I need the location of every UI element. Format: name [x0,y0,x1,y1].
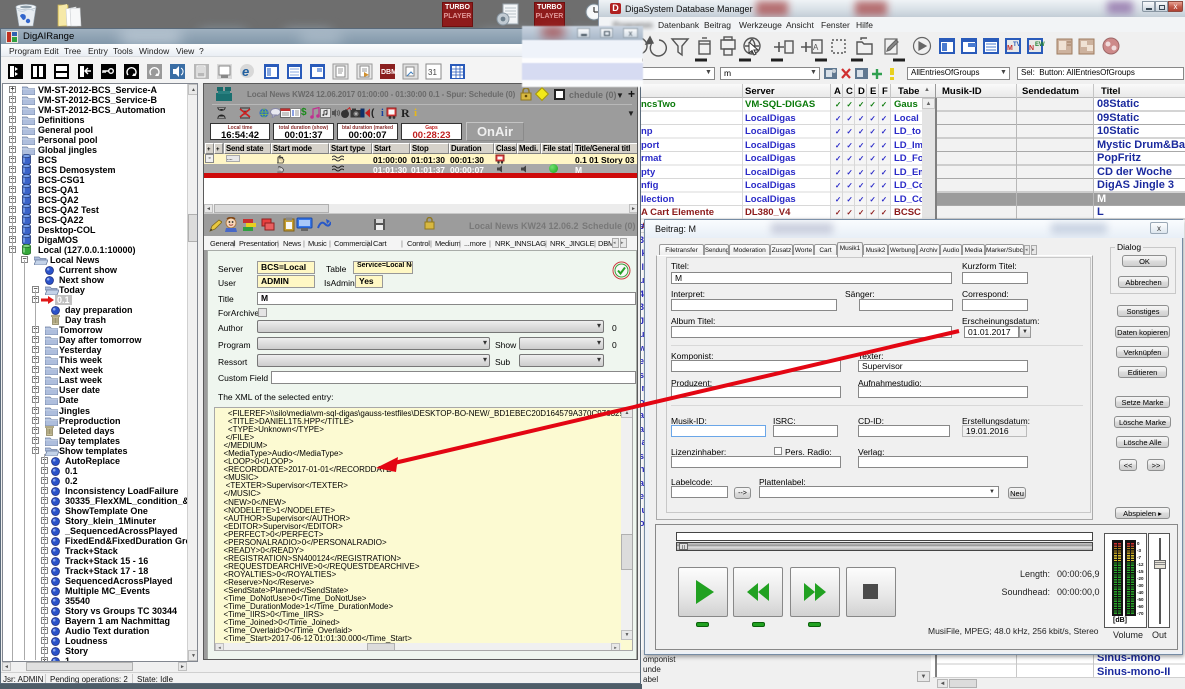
svg-text:e: e [242,64,249,79]
svg-text:N: N [1029,45,1034,52]
svg-text:TV: TV [1013,42,1021,48]
svg-text:31: 31 [428,68,437,77]
svg-text:EW: EW [1035,42,1045,48]
svg-text:A: A [813,43,819,52]
svg-text:DBM: DBM [381,69,397,76]
